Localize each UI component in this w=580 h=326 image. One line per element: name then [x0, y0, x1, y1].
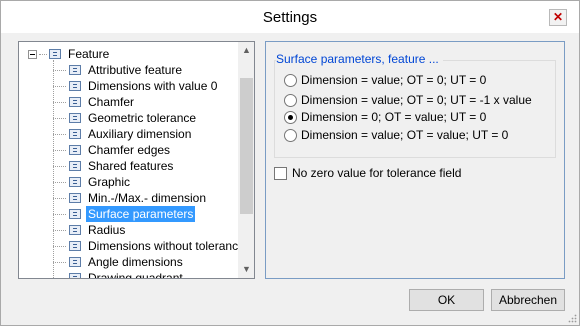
- radio-option-2[interactable]: Dimension = value; OT = 0; UT = -1 x val…: [284, 92, 532, 108]
- tree-connector: [53, 165, 66, 167]
- tree-item-label: Min.-/Max.- dimension: [88, 191, 207, 205]
- settings-node-icon: [69, 273, 81, 278]
- radio-option-4[interactable]: Dimension = value; OT = value; UT = 0: [284, 127, 508, 143]
- tree-item[interactable]: Dimensions without tolerance: [53, 238, 238, 254]
- no-zero-tolerance-option[interactable]: No zero value for tolerance field: [274, 165, 461, 181]
- radio-button[interactable]: [284, 73, 297, 87]
- tree-item-label: Shared features: [88, 159, 174, 173]
- radio-label: Dimension = 0; OT = value; UT = 0: [301, 110, 487, 124]
- tree-item[interactable]: Dimensions with value 0: [53, 78, 219, 94]
- tree-item[interactable]: Graphic: [53, 174, 132, 190]
- tree-item-label: Dimensions with value 0: [88, 79, 218, 93]
- tree-item-label: Radius: [88, 223, 126, 237]
- tree-viewport: Feature Attributive feature Dimensions wi…: [19, 42, 238, 278]
- tree-connector: [53, 85, 66, 87]
- tree-item-label: Drawing quadrant: [88, 271, 183, 278]
- tree-connector: [53, 277, 66, 278]
- tree-root-feature[interactable]: Feature: [28, 46, 109, 62]
- radio-label: Dimension = value; OT = 0; UT = 0: [301, 73, 487, 87]
- tree-connector: [53, 117, 66, 119]
- tree-item[interactable]: Chamfer: [53, 94, 136, 110]
- tree-connector: [53, 149, 66, 151]
- settings-node-icon: [69, 225, 81, 235]
- tree-connector: [53, 69, 66, 71]
- radio-option-3[interactable]: Dimension = 0; OT = value; UT = 0: [284, 109, 486, 125]
- tree-item-label: Angle dimensions: [88, 255, 183, 269]
- options-panel: Surface parameters, feature ... Dimensio…: [265, 41, 565, 279]
- scroll-up-icon[interactable]: ▲: [238, 42, 254, 59]
- tree-root-label: Feature: [68, 47, 110, 61]
- tree-item[interactable]: Attributive feature: [53, 62, 184, 78]
- radio-label: Dimension = value; OT = 0; UT = -1 x val…: [301, 93, 532, 107]
- settings-node-icon: [69, 129, 81, 139]
- collapse-toggle-icon[interactable]: [28, 49, 37, 59]
- tree-item[interactable]: Drawing quadrant: [53, 270, 185, 278]
- tree-item[interactable]: Radius: [53, 222, 127, 238]
- settings-node-icon: [69, 193, 81, 203]
- tree-connector: [53, 261, 66, 263]
- settings-node-icon: [69, 97, 81, 107]
- tree-item-label: Attributive feature: [88, 63, 183, 77]
- settings-node-icon: [69, 161, 81, 171]
- tree-item[interactable]: Angle dimensions: [53, 254, 185, 270]
- tree-item-label: Dimensions without tolerance: [88, 239, 238, 253]
- tree-connector: [53, 197, 66, 199]
- tree-item[interactable]: Auxiliary dimension: [53, 126, 193, 142]
- settings-node-icon: [69, 257, 81, 267]
- tree-connector: [53, 181, 66, 183]
- tree-item-label: Chamfer: [88, 95, 135, 109]
- tree-item-label: Geometric tolerance: [88, 111, 197, 125]
- settings-node-icon: [69, 65, 81, 75]
- no-zero-tolerance-checkbox[interactable]: [274, 166, 287, 180]
- window-title: Settings: [262, 9, 318, 26]
- tree-scrollbar[interactable]: ▲ ▼: [238, 42, 254, 278]
- tree-item-label: Auxiliary dimension: [88, 127, 192, 141]
- radio-button[interactable]: [284, 93, 297, 107]
- scroll-down-icon[interactable]: ▼: [238, 261, 254, 278]
- close-button[interactable]: ✕: [549, 9, 567, 26]
- tree-connector: [53, 101, 66, 103]
- radio-option-1[interactable]: Dimension = value; OT = 0; UT = 0: [284, 72, 486, 88]
- checkbox-label: No zero value for tolerance field: [292, 166, 462, 180]
- settings-node-icon: [69, 241, 81, 251]
- settings-node-icon: [69, 209, 81, 219]
- settings-node-icon: [69, 145, 81, 155]
- resize-grip-icon[interactable]: [568, 314, 577, 323]
- ok-button[interactable]: OK: [409, 289, 484, 311]
- radio-label: Dimension = value; OT = value; UT = 0: [301, 128, 509, 142]
- group-title: Surface parameters, feature ...: [276, 52, 443, 66]
- cancel-button[interactable]: Abbrechen: [491, 289, 565, 311]
- tree-item[interactable]: Min.-/Max.- dimension: [53, 190, 208, 206]
- tree-item[interactable]: Chamfer edges: [53, 142, 172, 158]
- tree-item-label: Graphic: [88, 175, 131, 189]
- tree-connector: [53, 213, 66, 215]
- tree-connector: [53, 133, 66, 135]
- tree-item-label: Chamfer edges: [88, 143, 171, 157]
- scrollbar-thumb[interactable]: [240, 78, 253, 214]
- tree-item[interactable]: Surface parameters: [53, 206, 196, 222]
- settings-node-icon: [49, 49, 61, 59]
- radio-button-checked[interactable]: [284, 110, 297, 124]
- close-icon: ✕: [552, 10, 564, 24]
- tree-connector: [53, 245, 66, 247]
- settings-tree[interactable]: Feature Attributive feature Dimensions wi…: [18, 41, 255, 279]
- tree-connector: [39, 53, 47, 55]
- tree-item[interactable]: Shared features: [53, 158, 175, 174]
- tree-connector: [53, 229, 66, 231]
- tree-item-label: Surface parameters: [86, 206, 196, 222]
- settings-node-icon: [69, 177, 81, 187]
- radio-button[interactable]: [284, 128, 297, 142]
- tree-item[interactable]: Geometric tolerance: [53, 110, 198, 126]
- settings-node-icon: [69, 81, 81, 91]
- settings-node-icon: [69, 113, 81, 123]
- settings-dialog: Settings ✕ Feature Attributive feature Di…: [0, 0, 580, 326]
- title-bar: Settings ✕: [1, 1, 579, 33]
